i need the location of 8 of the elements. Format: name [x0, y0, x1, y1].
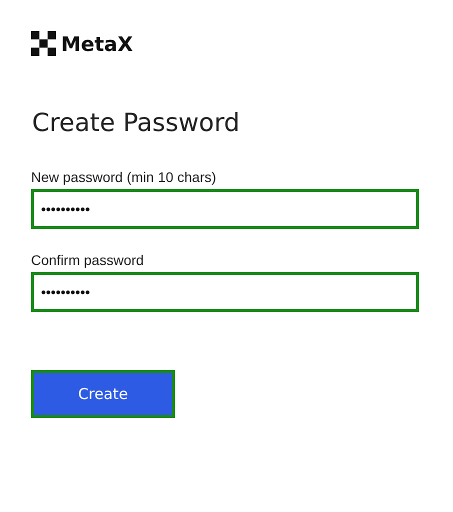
password-field[interactable]: ••••••••••: [31, 189, 419, 229]
password-field[interactable]: ••••••••••: [31, 272, 419, 312]
page-title: Create Password: [32, 108, 240, 137]
field-label: Confirm password: [31, 252, 145, 268]
create-button[interactable]: Create: [31, 370, 175, 418]
checker-logo-icon: [31, 31, 56, 56]
brand-name: MetaX: [61, 32, 133, 56]
field-label: New password (min 10 chars): [31, 169, 218, 185]
